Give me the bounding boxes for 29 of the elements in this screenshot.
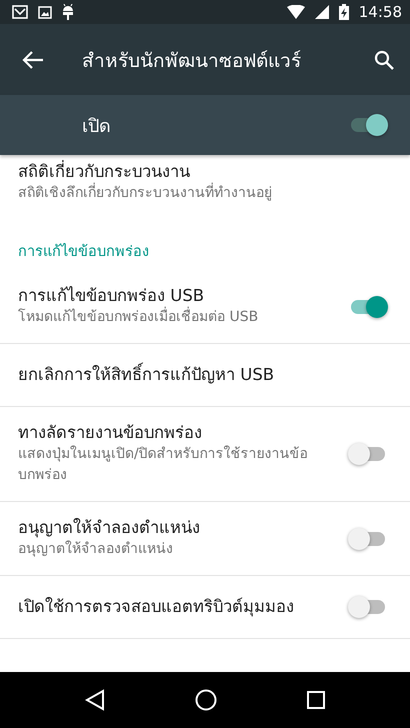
item-title: สถิติเกี่ยวกับกระบวนงาน <box>18 161 191 182</box>
item-subtitle: โหมดแก้ไขข้อบกพร่องเมื่อเชื่อมต่อ USB <box>18 307 332 328</box>
recents-button[interactable] <box>307 691 325 709</box>
settings-item[interactable]: สถิติเกี่ยวกับกระบวนงาน สถิติเชิงลึกเกี่ยวกับกระบวนงานที่ทำงานอยู่ <box>0 155 410 219</box>
toolbar-title: สำหรับนักพัฒนาซอฟต์แวร์ <box>82 48 302 74</box>
android-icon <box>62 4 74 20</box>
back-nav-button[interactable] <box>85 689 105 711</box>
home-button[interactable] <box>195 689 217 711</box>
item-subtitle: สถิติเชิงลึกเกี่ยวกับกระบวนงานที่ทำงานอยู่ <box>18 183 388 204</box>
item-subtitle: แสดงปุ่มในเมนูเปิด/ปิดสำหรับการใช้รายงานข้อบกพร่อง <box>18 444 309 485</box>
item-title: อนุญาตให้จำลองตำแหน่ง <box>18 517 201 539</box>
battery-charging-icon <box>338 4 349 20</box>
settings-item[interactable]: เปิดใช้การตรวจสอบแอตทริบิวต์มุมมอง <box>0 576 410 639</box>
settings-item[interactable]: ทางลัดรายงานข้อบกพร่อง แสดงปุ่มในเมนูเปิด/ปิดสำหรับการใช้รายงานข้อบกพร่อง <box>0 407 410 502</box>
settings-item[interactable]: ยกเลิกการให้สิทธิ์การแก้ปัญหา USB <box>0 344 410 407</box>
settings-item[interactable]: การแก้ไขข้อบกพร่อง USB โหมดแก้ไขข้อบกพร่องเมื่อเชื่อมต่อ USB <box>0 270 410 344</box>
section-header: การแก้ไขข้อบกพร่อง <box>17 242 150 262</box>
wifi-icon <box>286 5 305 19</box>
signal-icon <box>314 5 329 19</box>
item-subtitle: อนุญาตให้จำลองตำแหน่ง <box>18 540 174 559</box>
item-title: เปิดใช้การตรวจสอบแอตทริบิวต์มุมมอง <box>18 596 295 618</box>
master-label: เปิด <box>82 114 112 138</box>
item-title: การแก้ไขข้อบกพร่อง USB <box>18 285 206 306</box>
item-title: ทางลัดรายงานข้อบกพร่อง <box>18 422 203 444</box>
image-icon <box>38 6 52 18</box>
settings-item[interactable]: อนุญาตให้จำลองตำแหน่ง อนุญาตให้จำลองตำแหน่ง <box>0 502 410 576</box>
item-title: ยกเลิกการให้สิทธิ์การแก้ปัญหา USB <box>18 364 388 386</box>
mail-icon <box>12 5 28 19</box>
status-time: 14:58 <box>358 3 402 21</box>
